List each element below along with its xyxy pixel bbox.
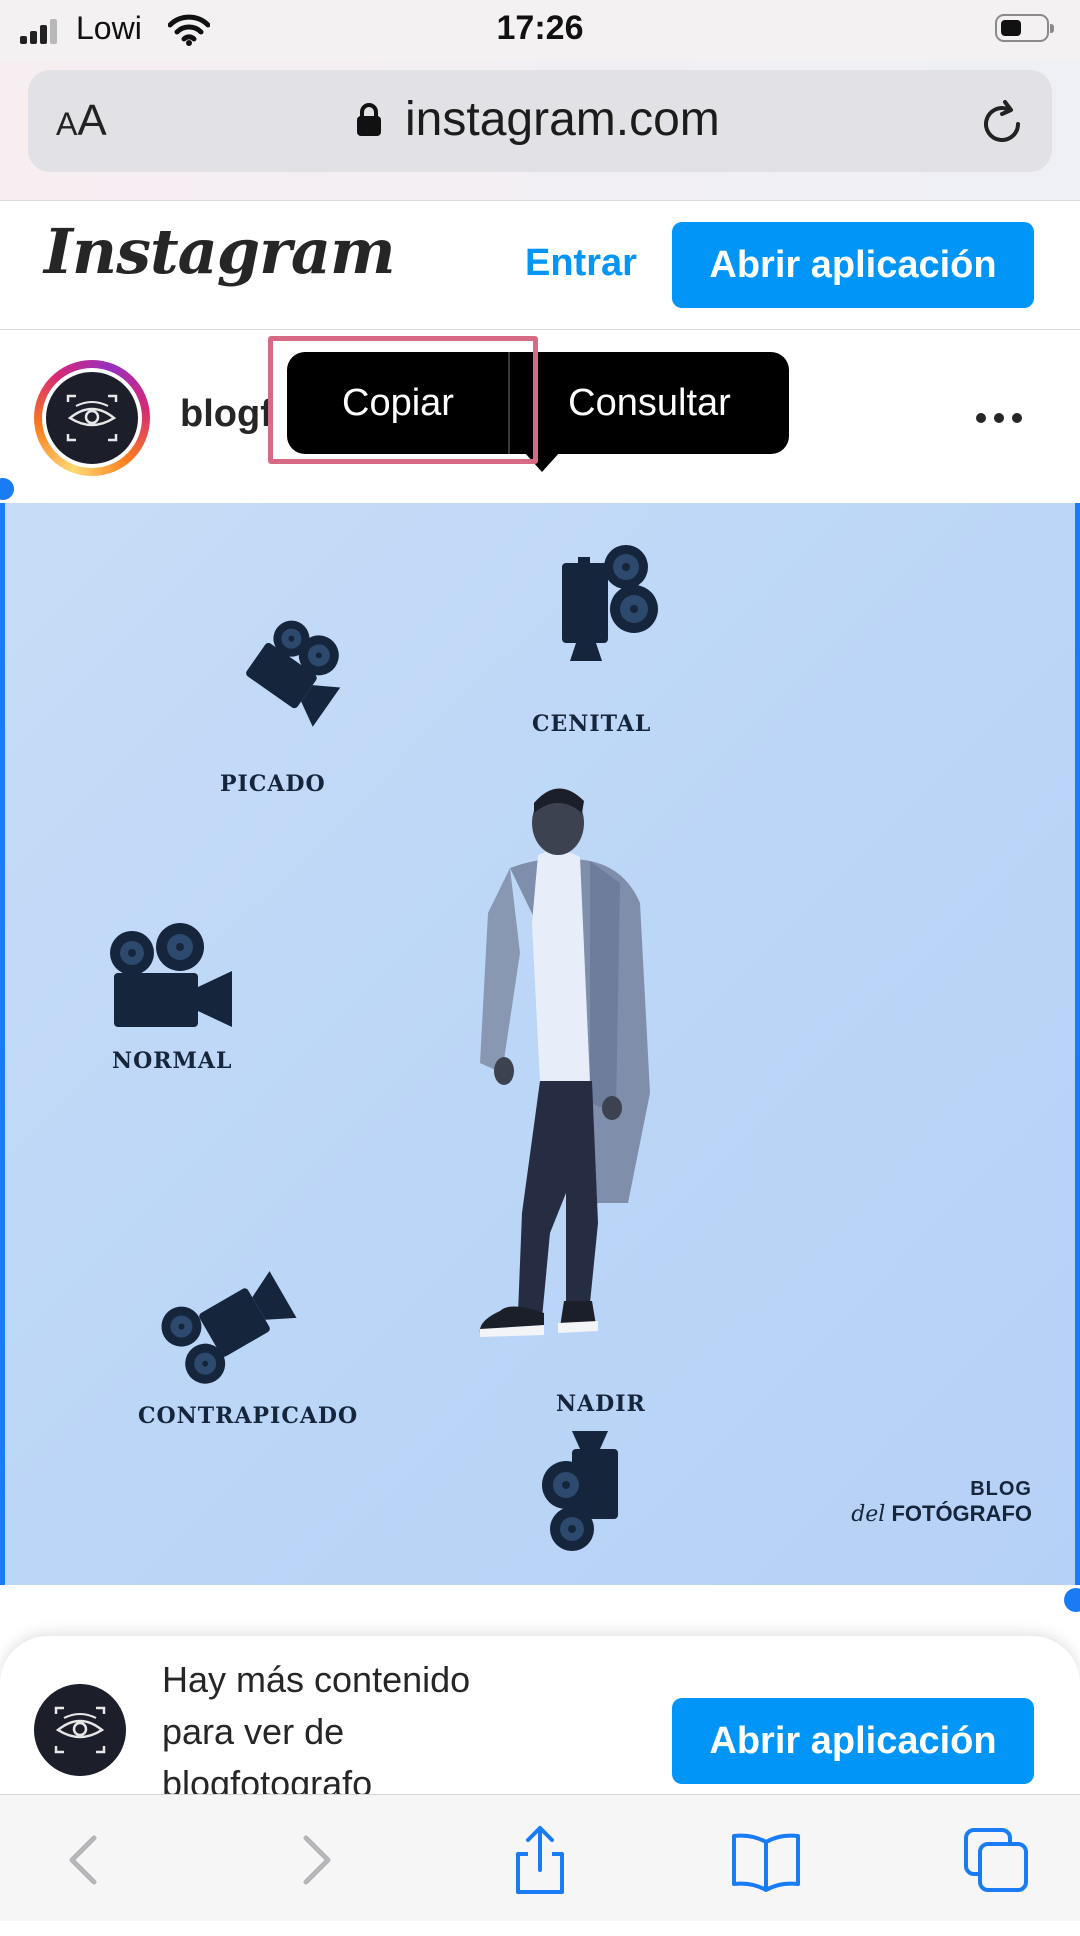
label-picado: PICADO	[220, 771, 326, 797]
label-normal: NORMAL	[112, 1048, 233, 1074]
avatar[interactable]	[42, 368, 142, 468]
camera-cenital-icon	[562, 545, 658, 661]
selection-handle-start[interactable]	[0, 478, 14, 500]
eye-icon	[66, 394, 118, 442]
open-app-button-header[interactable]: Abrir aplicación	[672, 222, 1034, 308]
camera-picado-icon	[246, 620, 341, 727]
sheet-line-2: para ver de	[162, 1711, 345, 1752]
watermark-word: FOTÓGRAFO	[891, 1501, 1032, 1526]
label-nadir: NADIR	[556, 1391, 646, 1417]
more-options-icon[interactable]	[975, 412, 1023, 424]
reload-icon[interactable]	[978, 100, 1026, 148]
url-text[interactable]: instagram.com	[405, 92, 720, 147]
login-link[interactable]: Entrar	[525, 242, 637, 285]
camera-normal-icon	[110, 923, 232, 1027]
sheet-avatar	[34, 1684, 126, 1776]
instagram-logo[interactable]: Instagram	[44, 215, 396, 288]
post-username[interactable]: blogf	[180, 393, 273, 436]
battery-icon	[995, 14, 1054, 42]
forward-icon[interactable]	[280, 1824, 352, 1896]
selection-edge-right	[1075, 503, 1080, 1585]
open-app-button-sheet[interactable]: Abrir aplicación	[672, 1698, 1034, 1784]
watermark-logo: BLOG del FOTÓGRAFO	[851, 1478, 1032, 1527]
tabs-icon[interactable]	[960, 1824, 1032, 1896]
selection-edge-left	[0, 503, 5, 1585]
text-size-large: A	[77, 96, 107, 145]
sheet-line-1: Hay más contenido	[162, 1659, 471, 1700]
text-size-small: A	[56, 106, 78, 142]
watermark-line1: BLOG	[970, 1478, 1032, 1500]
post-image[interactable]: CENITAL PICADO NORMAL CONTRAPICADO NADIR	[0, 503, 1080, 1585]
lookup-menu-item[interactable]: Consultar	[510, 352, 789, 454]
selection-handle-end[interactable]	[1064, 1588, 1080, 1612]
label-cenital: CENITAL	[532, 711, 652, 737]
watermark-script: del	[851, 1502, 886, 1527]
camera-contrapicado-icon	[161, 1271, 297, 1384]
watermark-line2: del FOTÓGRAFO	[851, 1501, 1032, 1527]
share-icon[interactable]	[504, 1824, 576, 1896]
lock-icon	[357, 103, 381, 136]
clock: 17:26	[496, 9, 584, 47]
eye-icon	[54, 1706, 106, 1754]
bookmarks-icon[interactable]	[730, 1824, 802, 1896]
sheet-message: Hay más contenido para ver de blogfotogr…	[162, 1654, 562, 1810]
label-contrapicado: CONTRAPICADO	[138, 1403, 359, 1429]
camera-nadir-icon	[542, 1431, 618, 1551]
back-icon[interactable]	[48, 1824, 120, 1896]
highlight-box	[268, 336, 538, 464]
model-figure	[479, 788, 650, 1337]
text-size-button[interactable]: AA	[56, 96, 107, 146]
